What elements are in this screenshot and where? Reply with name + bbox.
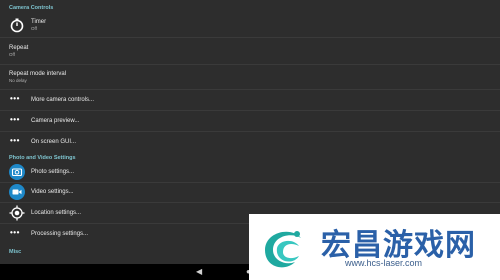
more-dots-icon: ••• (10, 115, 20, 124)
pref-processing-settings-title: Processing settings... (31, 231, 89, 237)
pref-video-settings[interactable]: Video settings... (0, 183, 500, 201)
divider (0, 131, 500, 132)
more-dots-icon: ••• (10, 228, 20, 237)
section-header-camera-controls: Camera Controls (9, 5, 54, 11)
pref-onscreen-gui[interactable]: ••• On screen GUI... (0, 133, 500, 151)
pref-timer-summary: Off (31, 26, 37, 31)
divider (0, 202, 500, 203)
watermark-url: www.hcs-laser.com (345, 258, 423, 268)
section-header-photo-video: Photo and Video Settings (9, 155, 76, 161)
pref-repeat-interval-title: Repeat mode interval (9, 71, 67, 77)
pref-photo-settings[interactable]: Photo settings... (0, 163, 500, 181)
pref-repeat[interactable]: Repeat Off (0, 40, 500, 62)
more-dots-icon: ••• (10, 136, 20, 145)
divider (0, 37, 500, 38)
pref-onscreen-gui-title: On screen GUI... (31, 139, 77, 145)
pref-video-settings-title: Video settings... (31, 189, 74, 195)
video-camera-icon (9, 184, 25, 200)
divider (0, 89, 500, 90)
pref-location-settings-title: Location settings... (31, 210, 82, 216)
pref-camera-preview[interactable]: ••• Camera preview... (0, 112, 500, 130)
pref-more-camera-controls[interactable]: ••• More camera controls... (0, 91, 500, 109)
pref-more-camera-controls-title: More camera controls... (31, 97, 95, 103)
pref-repeat-interval-summary: No delay (9, 78, 27, 83)
section-header-misc: Misc (9, 249, 22, 255)
pref-repeat-title: Repeat (9, 45, 29, 51)
location-crosshair-icon (9, 205, 25, 221)
pref-timer-title: Timer (31, 19, 47, 25)
pref-repeat-interval[interactable]: Repeat mode interval No delay (0, 66, 500, 88)
pref-repeat-summary: Off (9, 52, 15, 57)
timer-icon (10, 18, 24, 33)
more-dots-icon: ••• (10, 94, 20, 103)
pref-photo-settings-title: Photo settings... (31, 169, 75, 175)
watermark: 宏昌游戏网 www.hcs-laser.com (249, 214, 500, 280)
divider (0, 110, 500, 111)
pref-timer[interactable]: Timer Off (0, 14, 500, 36)
back-button[interactable]: ◀ (196, 267, 202, 277)
divider (0, 64, 500, 65)
watermark-logo-icon (265, 231, 301, 268)
camera-icon (9, 164, 25, 180)
pref-camera-preview-title: Camera preview... (31, 118, 80, 124)
